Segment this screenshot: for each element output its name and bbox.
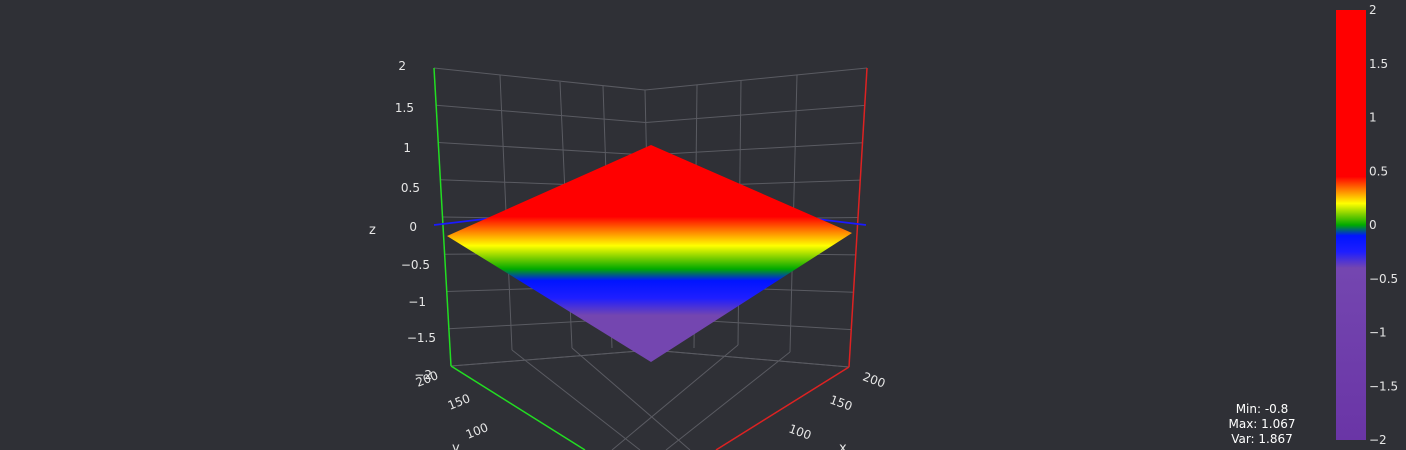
grid-line (433, 67, 646, 91)
colorbar-tick: −1 (1369, 326, 1387, 340)
colorbar-tick: 2 (1369, 3, 1377, 17)
grid-line (646, 142, 863, 156)
grid-line (450, 349, 652, 367)
z-tick: 1 (403, 141, 411, 155)
colorbar-tick: −1.5 (1369, 379, 1398, 393)
x-axis-title: x (839, 441, 847, 450)
z-tick: −1.5 (407, 331, 436, 345)
x-tick: 200 (861, 370, 887, 391)
grid-line (644, 67, 868, 91)
grid-line (438, 142, 647, 156)
grid-line (650, 349, 850, 368)
y-tick: 150 (446, 391, 472, 413)
z-tick: −1 (408, 295, 426, 309)
grid-line (645, 104, 865, 123)
grid-line (511, 349, 641, 450)
z-axis-ticks: 2 1.5 1 0.5 0 −0.5 −1 −1.5 −2 (395, 59, 436, 382)
grid-line (665, 351, 791, 450)
z-tick: 0 (409, 220, 417, 234)
colorbar-tick: −2 (1369, 433, 1387, 447)
z-axis-title: z (369, 223, 376, 238)
colorbar (1336, 10, 1366, 440)
stat-max: Max: 1.067 (1228, 417, 1296, 431)
x-axis-ticks: 100 150 200 (787, 370, 887, 443)
colorbar-tick: 0.5 (1369, 164, 1388, 178)
stats-panel: Min: -0.8 Max: 1.067 Var: 1.867 (1210, 402, 1314, 447)
y-tick: 100 (464, 420, 490, 442)
stat-min: Min: -0.8 (1235, 402, 1289, 416)
colorbar-tick: 1.5 (1369, 57, 1388, 71)
surface[interactable] (447, 145, 852, 362)
x-axis-floor-line (715, 366, 850, 450)
colorbar-tick: 0 (1369, 218, 1377, 232)
z-tick: 2 (398, 59, 406, 73)
y-axis-title: y (452, 441, 460, 450)
z-tick: 1.5 (395, 101, 414, 115)
colorbar-tick: −0.5 (1369, 272, 1398, 286)
x-tick: 100 (787, 422, 813, 443)
grid-line (436, 104, 646, 123)
colorbar-tick: 1 (1369, 111, 1377, 125)
colorbar-ticks: 2 1.5 1 0.5 0 −0.5 −1 −1.5 −2 (1369, 3, 1398, 447)
y-axis-ticks: 100 150 200 (414, 368, 490, 442)
surface-plot[interactable]: 2 1.5 1 0.5 0 −0.5 −1 −1.5 −2 z 100 150 … (0, 0, 1406, 450)
x-tick: 150 (828, 393, 854, 414)
z-tick: −0.5 (401, 258, 430, 272)
stat-var: Var: 1.867 (1231, 432, 1293, 446)
z-tick: 0.5 (401, 181, 420, 195)
grid-line (611, 344, 739, 450)
